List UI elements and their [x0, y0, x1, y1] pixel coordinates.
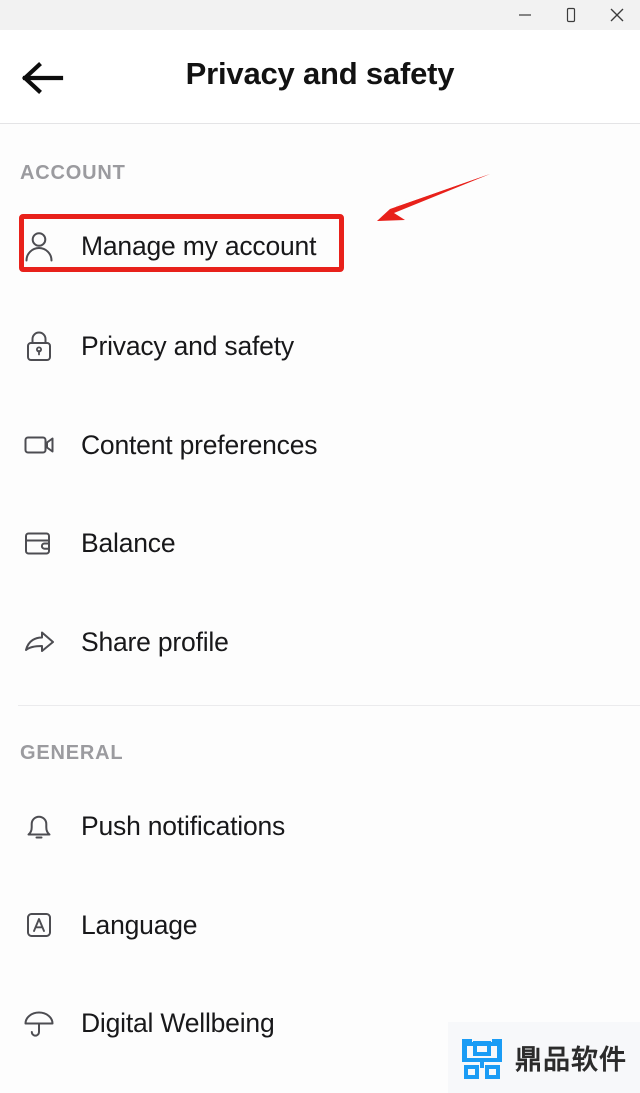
video-camera-icon [18, 424, 60, 466]
section-divider [18, 705, 640, 706]
sidebar-item-label: Privacy and safety [81, 330, 294, 361]
share-arrow-icon [18, 621, 60, 663]
sidebar-item-label: Language [81, 909, 198, 940]
sidebar-item-manage-my-account[interactable]: Manage my account [0, 210, 640, 282]
minimize-button[interactable] [502, 0, 548, 30]
section-header-account: ACCOUNT [20, 162, 126, 184]
umbrella-icon [18, 1002, 60, 1044]
lock-icon [18, 325, 60, 367]
window-titlebar [0, 0, 640, 30]
sidebar-item-label: Push notifications [81, 810, 286, 841]
sidebar-item-content-preferences[interactable]: Content preferences [0, 409, 640, 481]
app-header: Privacy and safety [0, 30, 640, 124]
sidebar-item-label: Share profile [81, 626, 229, 657]
section-header-general: GENERAL [20, 742, 124, 764]
minimize-icon [519, 14, 531, 16]
maximize-button[interactable] [548, 0, 594, 30]
bell-icon [18, 805, 60, 847]
sidebar-item-balance[interactable]: Balance [0, 507, 640, 579]
maximize-icon [566, 7, 576, 23]
watermark: 鼎品软件 [458, 1033, 627, 1081]
sidebar-item-push-notifications[interactable]: Push notifications [0, 790, 640, 862]
settings-list: ACCOUNT Manage my account Privacy and sa… [0, 124, 640, 1093]
close-icon [610, 8, 624, 22]
person-icon [18, 225, 60, 267]
sidebar-item-label: Manage my account [81, 230, 317, 261]
letter-a-box-icon [18, 904, 60, 946]
sidebar-item-share-profile[interactable]: Share profile [0, 606, 640, 678]
sidebar-item-label: Content preferences [81, 429, 318, 460]
sidebar-item-label: Digital Wellbeing [81, 1007, 275, 1038]
close-button[interactable] [594, 0, 640, 30]
sidebar-item-privacy-and-safety[interactable]: Privacy and safety [0, 310, 640, 382]
sidebar-item-language[interactable]: Language [0, 889, 640, 961]
ding-pin-logo-icon [462, 1039, 502, 1079]
sidebar-item-label: Balance [81, 527, 176, 558]
watermark-text: 鼎品软件 [515, 1044, 627, 1076]
page-title: Privacy and safety [185, 56, 455, 91]
wallet-icon [18, 522, 60, 564]
